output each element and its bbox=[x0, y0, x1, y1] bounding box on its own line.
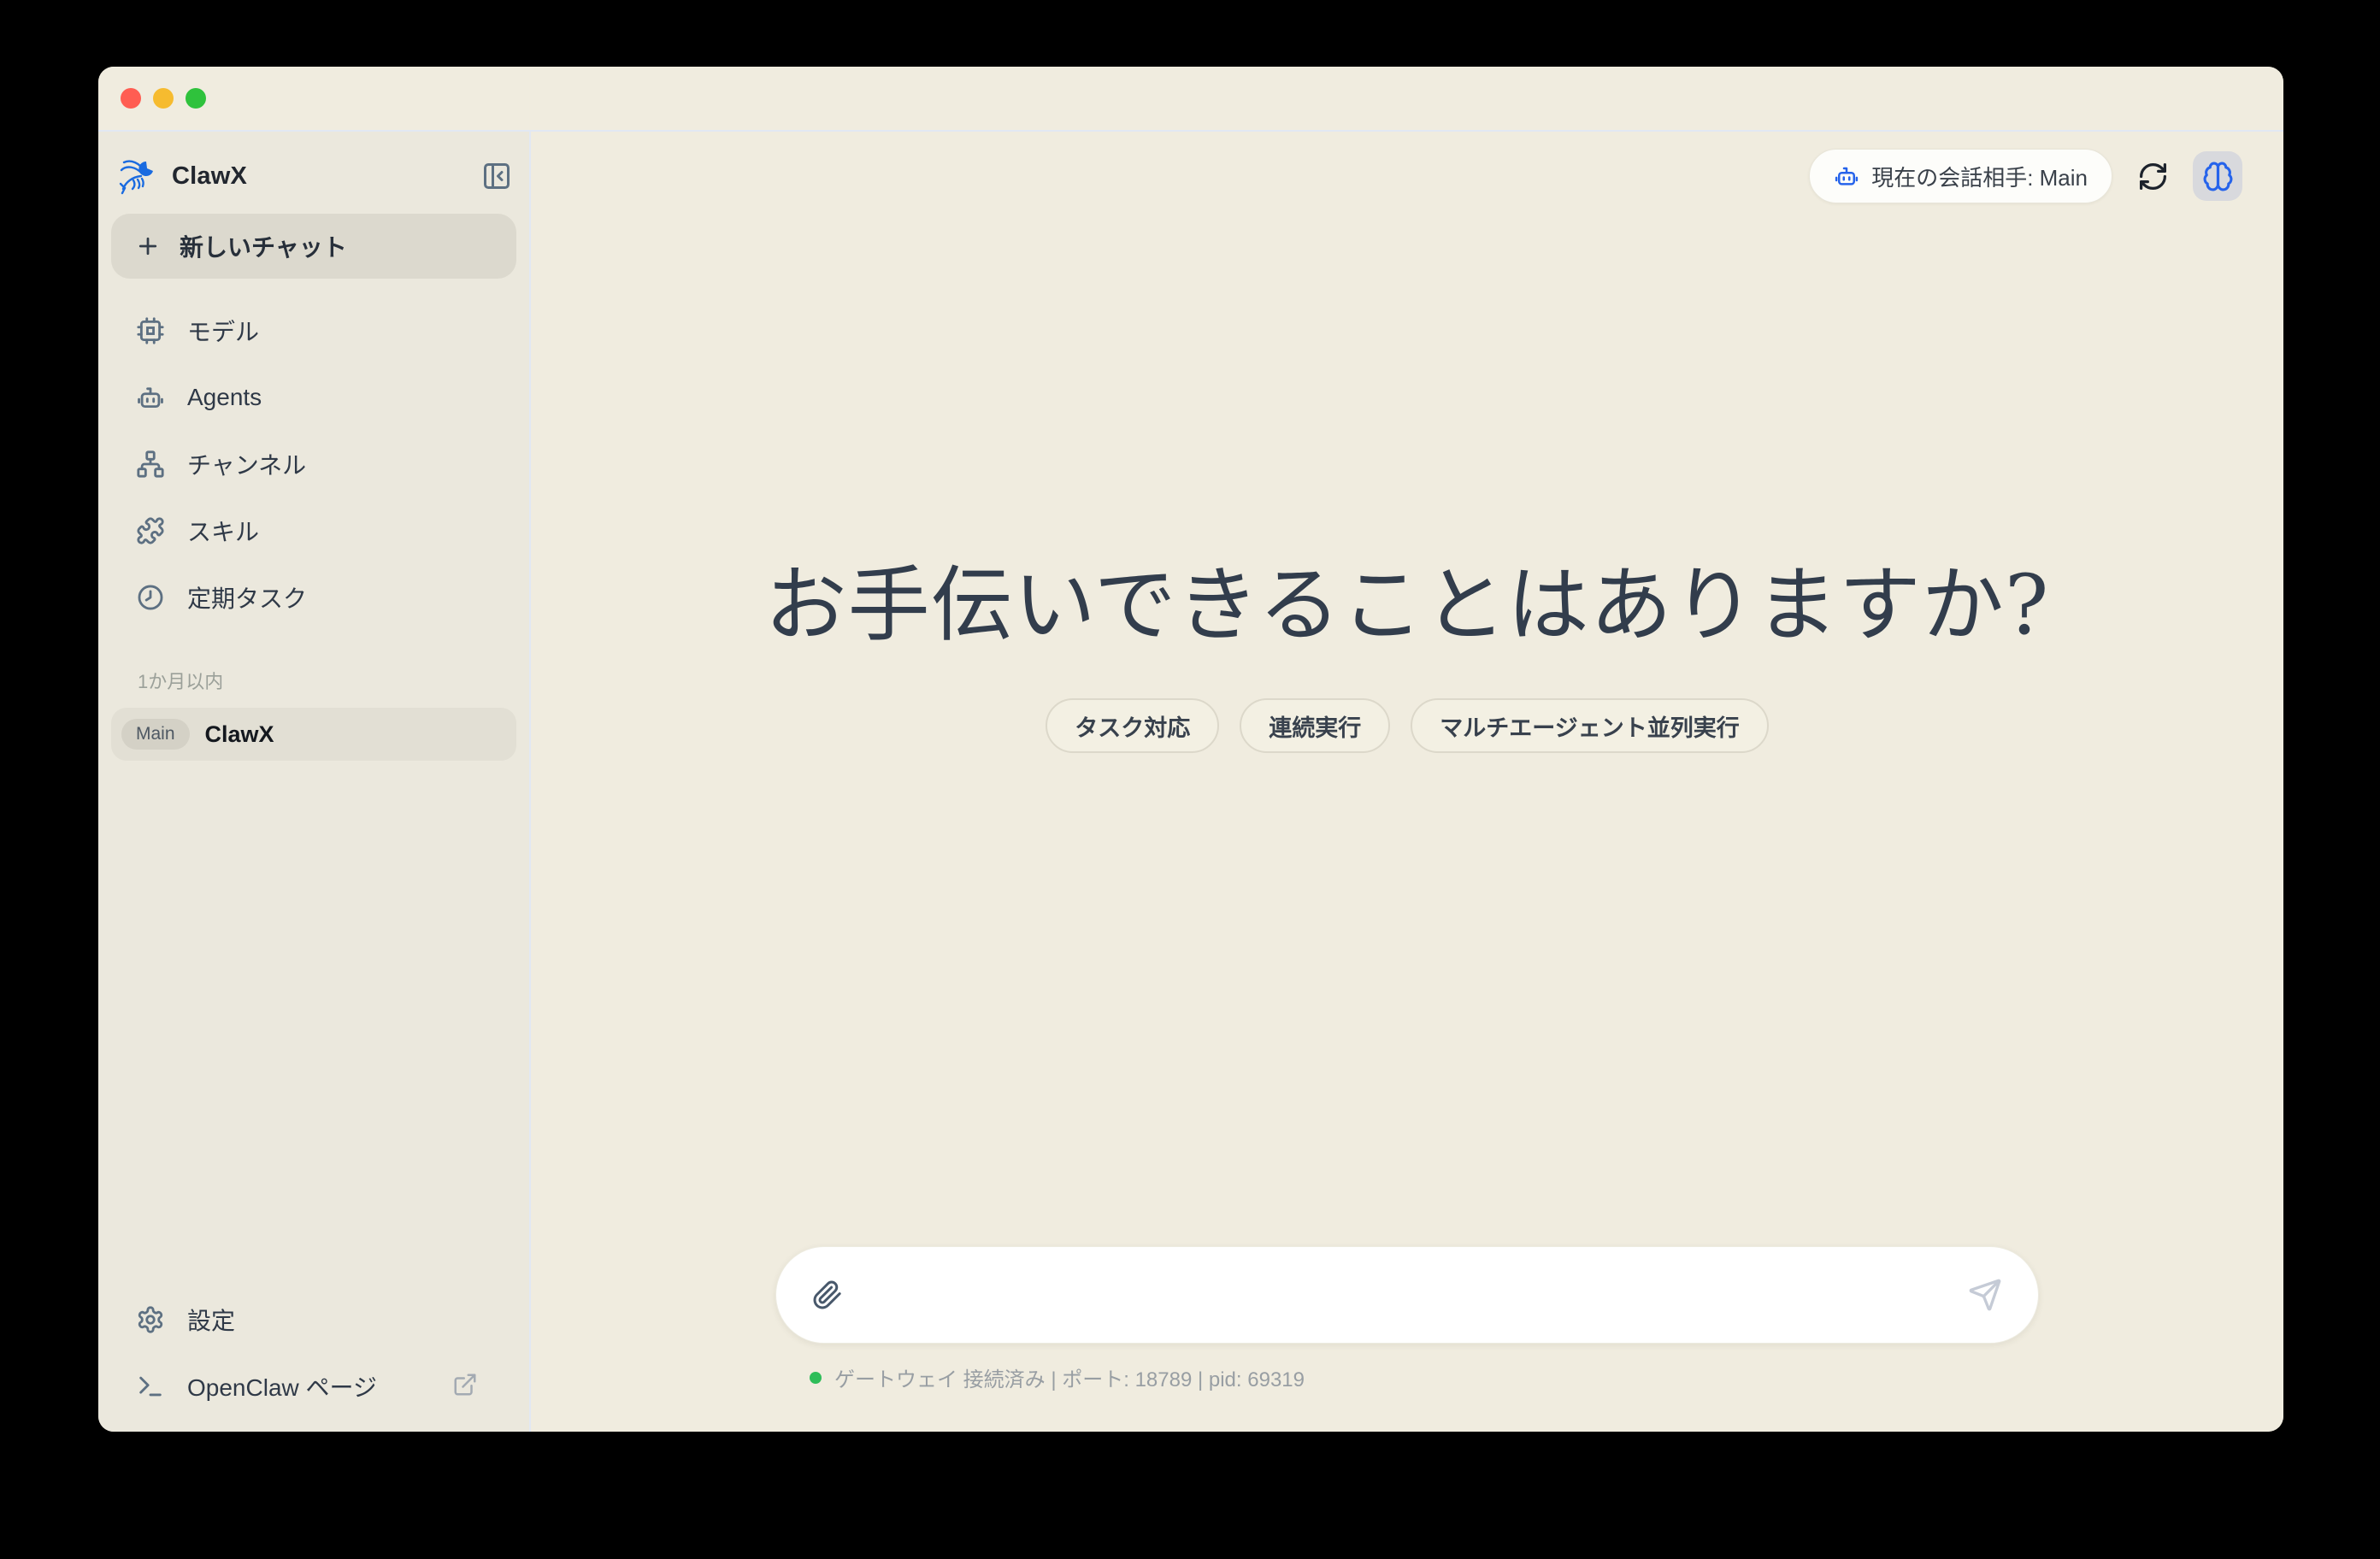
suggestion-pills: タスク対応 連続実行 マルチエージェント並列実行 bbox=[531, 698, 2283, 753]
brain-icon bbox=[2202, 161, 2234, 192]
composer-area: ゲートウェイ 接続済み | ポート: 18789 | pid: 69319 bbox=[775, 1246, 2039, 1392]
sidebar-nav: モデル Agents bbox=[98, 297, 529, 631]
lobster-logo-icon bbox=[115, 157, 160, 195]
clock-icon bbox=[136, 583, 165, 612]
settings-button[interactable]: 設定 bbox=[98, 1286, 529, 1353]
sidebar-item-skills[interactable]: スキル bbox=[98, 497, 529, 564]
history-section-label: 1か月以内 bbox=[138, 667, 529, 694]
main-content: 現在の会話相手: Main bbox=[531, 132, 2283, 1432]
app-window: ClawX 新しいチャット bbox=[98, 67, 2283, 1432]
status-green-dot bbox=[810, 1372, 822, 1384]
sidebar-header: ClawX bbox=[98, 132, 529, 195]
pill-task-support[interactable]: タスク対応 bbox=[1046, 698, 1219, 753]
main-header: 現在の会話相手: Main bbox=[531, 149, 2283, 203]
zoom-window-button[interactable] bbox=[186, 88, 206, 109]
terminal-icon bbox=[136, 1372, 165, 1401]
desktop-background: ClawX 新しいチャット bbox=[0, 0, 2380, 1559]
close-window-button[interactable] bbox=[121, 88, 141, 109]
sidebar-item-agents[interactable]: Agents bbox=[98, 364, 529, 431]
sidebar-item-label: 定期タスク bbox=[187, 580, 307, 615]
panel-left-close-icon bbox=[481, 161, 512, 191]
gear-icon bbox=[136, 1305, 165, 1334]
collapse-sidebar-button[interactable] bbox=[478, 157, 515, 195]
sidebar-item-models[interactable]: モデル bbox=[98, 297, 529, 364]
bot-icon bbox=[136, 383, 165, 412]
network-icon bbox=[136, 450, 165, 479]
plus-icon bbox=[135, 233, 161, 259]
sidebar-item-label: モデル bbox=[187, 314, 259, 348]
refresh-button[interactable] bbox=[2133, 156, 2172, 196]
puzzle-icon bbox=[136, 516, 165, 545]
brain-mode-button[interactable] bbox=[2193, 151, 2242, 201]
openclaw-label: OpenClaw ページ bbox=[187, 1369, 377, 1403]
cpu-icon bbox=[136, 316, 165, 345]
paperclip-icon bbox=[812, 1280, 843, 1310]
new-chat-label: 新しいチャット bbox=[180, 229, 347, 263]
sidebar-item-label: Agents bbox=[187, 384, 262, 411]
minimize-window-button[interactable] bbox=[153, 88, 174, 109]
chat-history-item[interactable]: Main ClawX bbox=[111, 708, 516, 761]
hero-heading: お手伝いできることはありますか? bbox=[531, 538, 2283, 657]
current-partner-badge[interactable]: 現在の会話相手: Main bbox=[1809, 149, 2112, 203]
agent-badge: Main bbox=[121, 719, 190, 750]
gateway-status-text: ゲートウェイ 接続済み | ポート: 18789 | pid: 69319 bbox=[834, 1362, 1305, 1392]
sidebar-spacer bbox=[98, 761, 529, 1286]
robot-icon bbox=[1834, 163, 1859, 189]
attach-file-button[interactable] bbox=[812, 1280, 843, 1310]
pill-continuous-run[interactable]: 連続実行 bbox=[1240, 698, 1390, 753]
app-name: ClawX bbox=[172, 162, 247, 191]
pill-multi-agent[interactable]: マルチエージェント並列実行 bbox=[1411, 698, 1768, 753]
refresh-icon bbox=[2137, 161, 2169, 192]
external-link-icon bbox=[452, 1372, 478, 1402]
titlebar bbox=[98, 67, 2283, 132]
current-partner-label: 現在の会話相手: Main bbox=[1871, 161, 2088, 192]
traffic-lights bbox=[121, 88, 206, 109]
sidebar: ClawX 新しいチャット bbox=[98, 132, 531, 1432]
send-button[interactable] bbox=[1968, 1278, 2002, 1312]
sidebar-item-label: スキル bbox=[187, 514, 259, 548]
new-chat-button[interactable]: 新しいチャット bbox=[111, 214, 516, 279]
chat-title: ClawX bbox=[205, 721, 274, 748]
settings-label: 設定 bbox=[187, 1303, 235, 1337]
send-icon bbox=[1968, 1278, 2002, 1312]
sidebar-item-scheduled-tasks[interactable]: 定期タスク bbox=[98, 564, 529, 631]
main-spacer bbox=[531, 753, 2283, 1246]
sidebar-item-label: チャンネル bbox=[187, 447, 306, 481]
window-body: ClawX 新しいチャット bbox=[98, 132, 2283, 1432]
message-composer bbox=[775, 1246, 2039, 1344]
message-input[interactable] bbox=[863, 1281, 1947, 1309]
openclaw-page-link[interactable]: OpenClaw ページ bbox=[98, 1353, 529, 1420]
sidebar-footer: 設定 OpenClaw ページ bbox=[98, 1286, 529, 1432]
sidebar-item-channels[interactable]: チャンネル bbox=[98, 431, 529, 497]
gateway-status: ゲートウェイ 接続済み | ポート: 18789 | pid: 69319 bbox=[775, 1362, 2039, 1392]
